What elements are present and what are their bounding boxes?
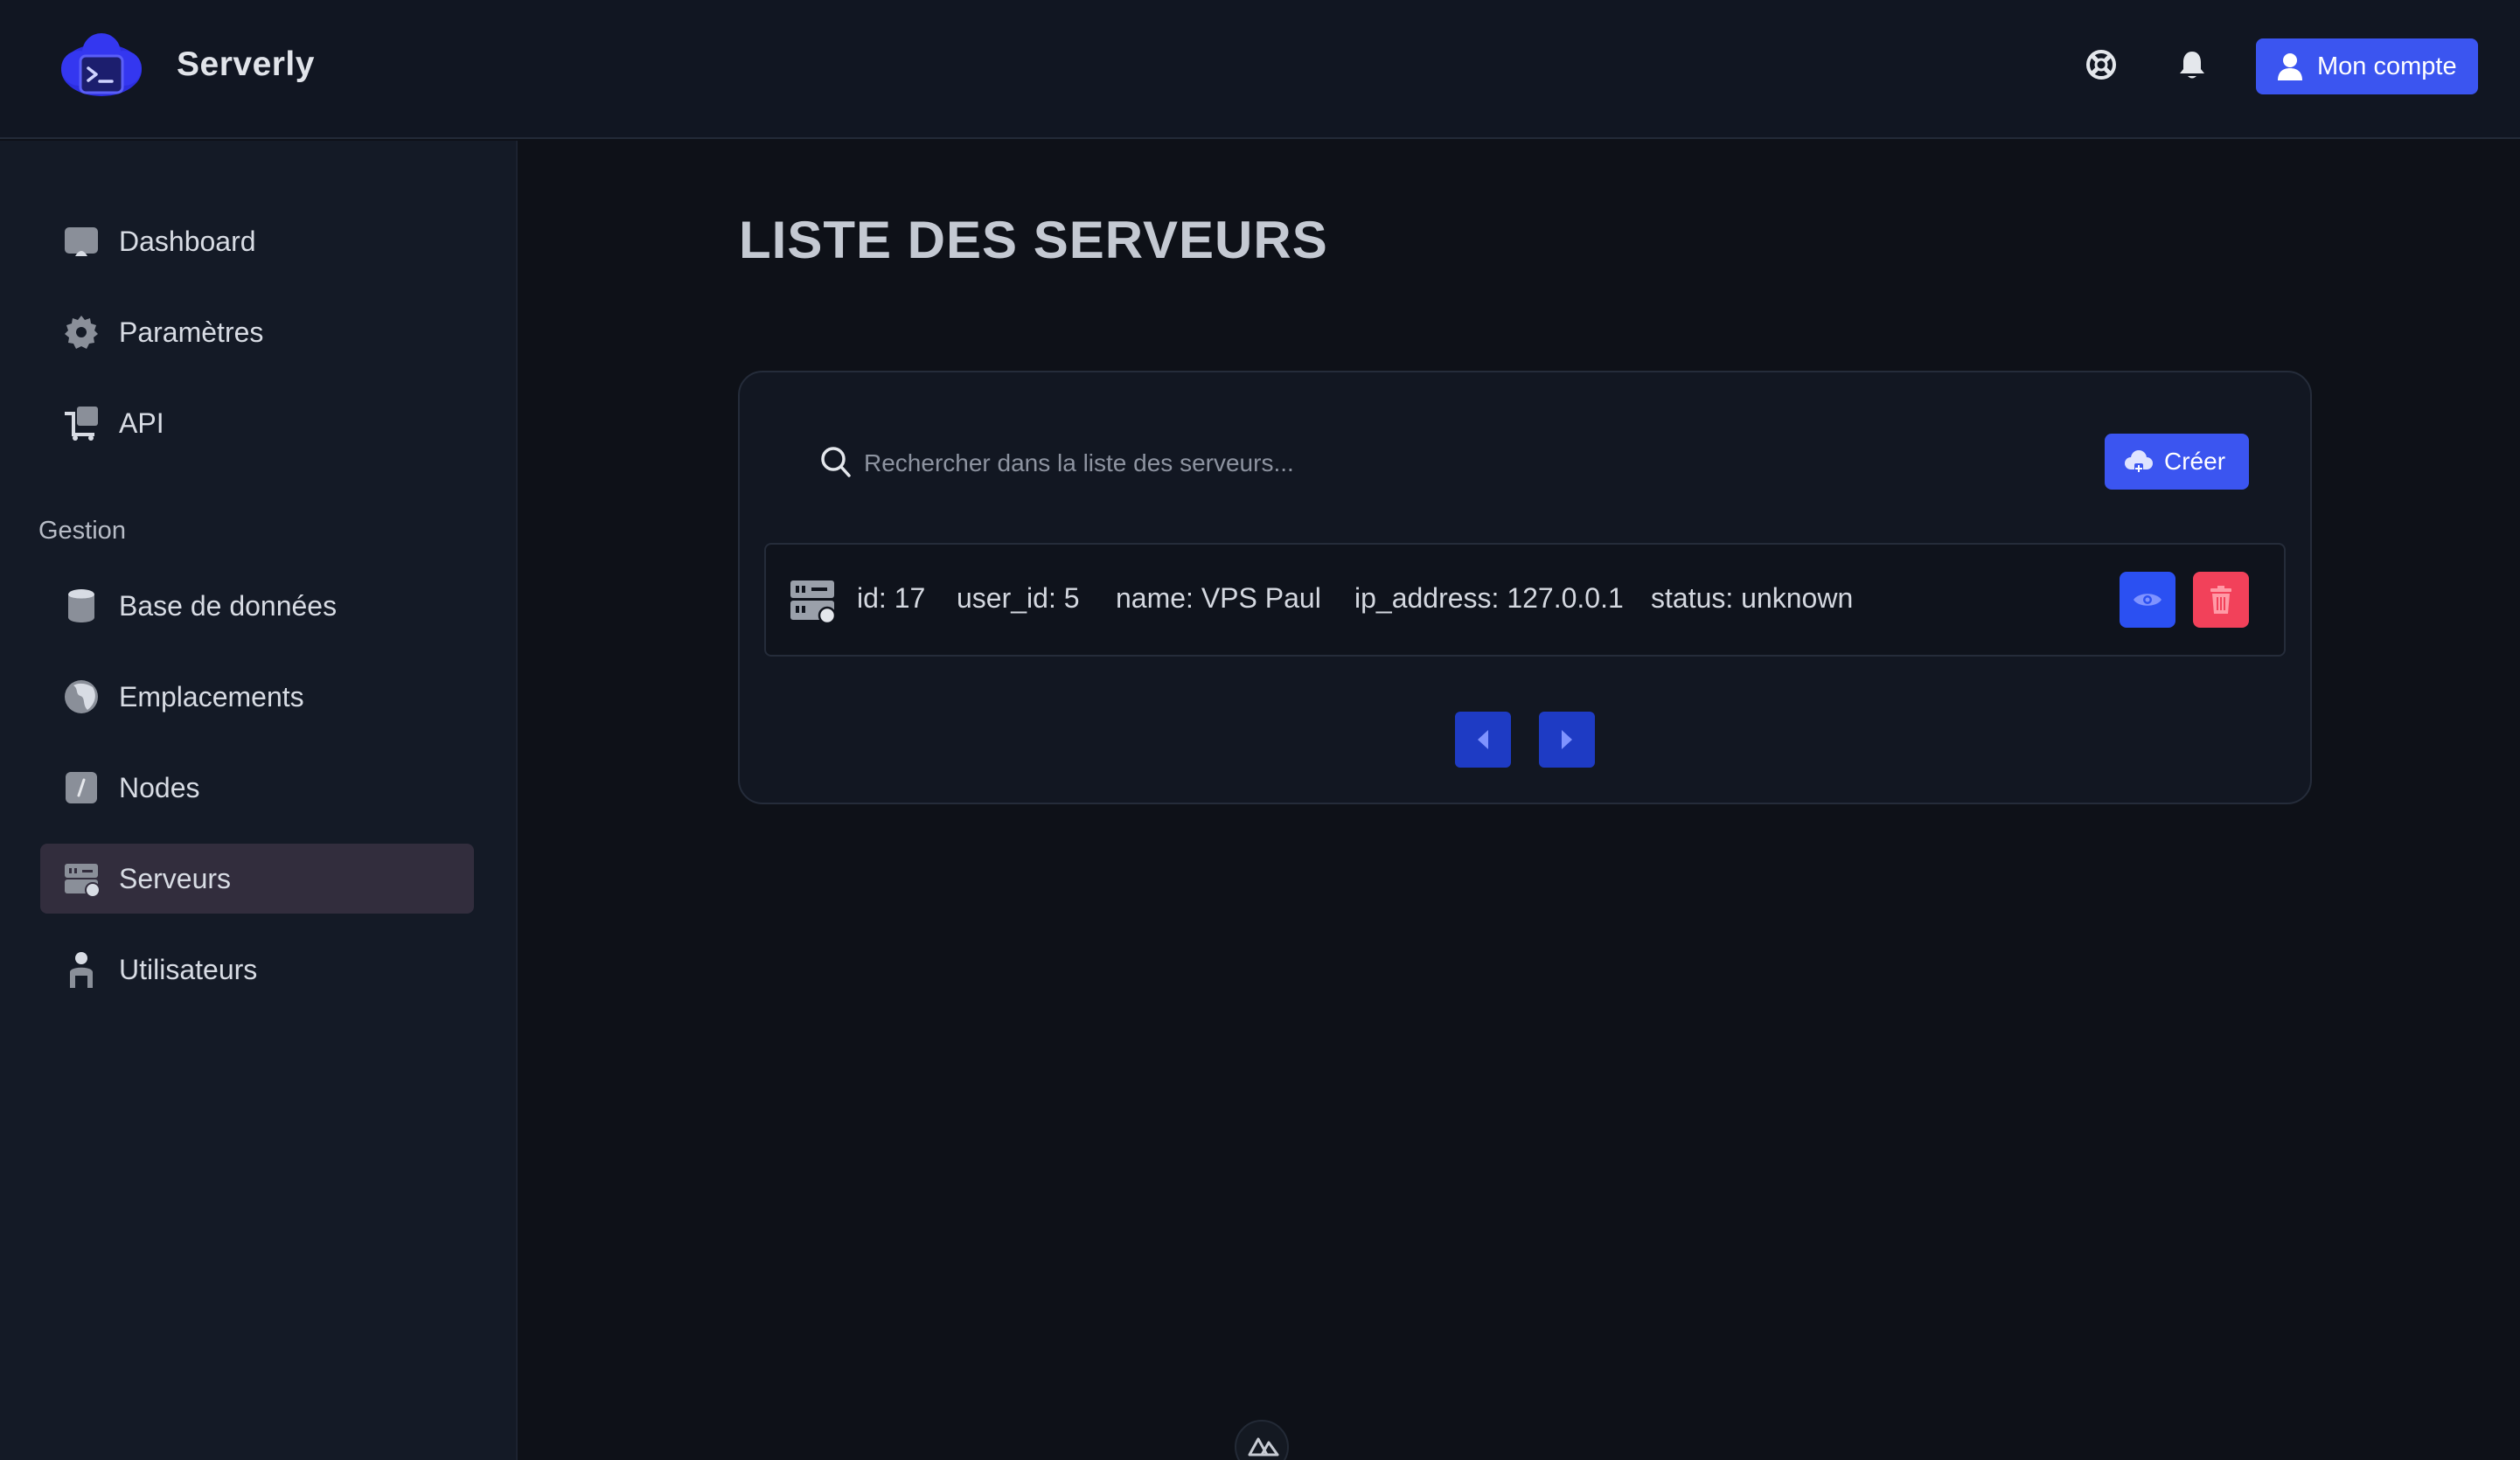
caret-left-icon (1478, 730, 1488, 749)
top-header: Serverly Mon compte (0, 0, 2520, 139)
nodes-icon (66, 772, 97, 803)
create-button-label: Créer (2164, 448, 2226, 475)
server-icon (790, 581, 836, 622)
sidebar-item-label: Nodes (119, 771, 200, 803)
brand-name: Serverly (177, 45, 315, 83)
delete-server-button[interactable] (2193, 572, 2249, 628)
cell-user-id: user_id: 5 (957, 582, 1080, 614)
search-icon (821, 447, 851, 477)
nuxt-logo-icon (1248, 1437, 1279, 1457)
sidebar-item-label: Paramètres (119, 316, 264, 348)
account-button[interactable]: Mon compte (2256, 38, 2478, 94)
sidebar-item-parametres[interactable]: Paramètres (40, 297, 474, 367)
database-icon (68, 589, 94, 622)
user-icon (70, 952, 93, 988)
api-icon (65, 407, 98, 441)
sidebar-item-dashboard[interactable]: Dashboard (40, 206, 474, 276)
sidebar-item-serveurs[interactable]: Serveurs (40, 844, 474, 914)
search-input[interactable] (864, 442, 2001, 484)
cell-ip-address: ip_address: 127.0.0.1 (1354, 582, 1624, 614)
sidebar-item-label: Emplacements (119, 680, 304, 713)
view-server-button[interactable] (2120, 572, 2175, 628)
dashboard-icon (65, 227, 98, 256)
page-title: LISTE DES SERVEURS (739, 211, 1328, 269)
sidebar-item-label: Dashboard (119, 225, 256, 257)
sidebar-item-base-de-donnees[interactable]: Base de données (40, 571, 474, 641)
account-button-label: Mon compte (2317, 52, 2457, 80)
next-page-button[interactable] (1539, 712, 1595, 768)
eye-icon (2134, 594, 2161, 606)
sidebar-item-label: API (119, 407, 164, 439)
sidebar-item-nodes[interactable]: Nodes (40, 753, 474, 823)
caret-right-icon (1562, 730, 1572, 749)
gear-icon (65, 316, 98, 349)
globe-icon (65, 680, 98, 713)
trash-icon (2210, 586, 2231, 614)
bell-icon[interactable] (2176, 49, 2208, 80)
cell-name: name: VPS Paul (1116, 582, 1321, 614)
cloud-terminal-logo-icon[interactable] (59, 31, 143, 98)
sidebar-item-utilisateurs[interactable]: Utilisateurs (40, 935, 474, 1005)
cloud-add-icon (2125, 450, 2153, 474)
cell-id: id: 17 (857, 582, 926, 614)
server-icon (65, 864, 100, 897)
sidebar-item-label: Utilisateurs (119, 953, 258, 985)
lifebuoy-help-icon[interactable] (2085, 49, 2117, 80)
sidebar-item-label: Serveurs (119, 862, 232, 894)
cell-status: status: unknown (1651, 582, 1854, 614)
create-server-button[interactable]: Créer (2105, 434, 2249, 490)
previous-page-button[interactable] (1455, 712, 1511, 768)
nuxt-devtools-badge[interactable] (1235, 1420, 1289, 1460)
sidebar-item-label: Base de données (119, 589, 338, 622)
sidebar-item-emplacements[interactable]: Emplacements (40, 662, 474, 732)
section-label-gestion: Gestion (38, 517, 126, 545)
user-icon (2278, 53, 2302, 80)
sidebar-item-api[interactable]: API (40, 388, 474, 458)
